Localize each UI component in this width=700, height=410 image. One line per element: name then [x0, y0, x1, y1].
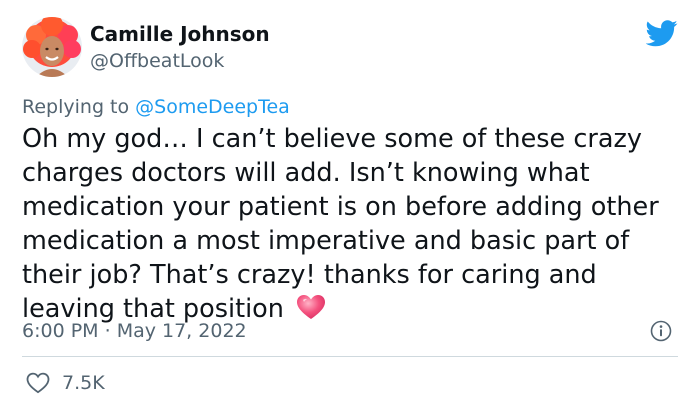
like-heart-icon[interactable]: [26, 372, 50, 394]
avatar[interactable]: [22, 17, 82, 77]
tweet-body: Oh my god… I can’t believe some of these…: [22, 124, 659, 324]
reply-mention-link[interactable]: @SomeDeepTea: [135, 96, 290, 118]
info-icon[interactable]: [650, 320, 672, 342]
tweet-time: 6:00 PM: [22, 320, 99, 342]
pink-heart-icon: [297, 295, 326, 319]
twitter-bird-icon[interactable]: [646, 20, 678, 47]
like-count[interactable]: 7.5K: [62, 370, 105, 396]
tweet-card: Camille Johnson @OffbeatLook Replying to…: [0, 0, 700, 410]
author-handle[interactable]: @OffbeatLook: [90, 49, 224, 73]
divider: [22, 356, 678, 357]
tweet-timestamp[interactable]: 6:00 PM · May 17, 2022: [22, 318, 247, 344]
tweet-text: Oh my god… I can’t believe some of these…: [22, 122, 682, 326]
replying-to-label: Replying to: [22, 96, 136, 118]
timestamp-separator: ·: [98, 320, 117, 342]
replying-to: Replying to @SomeDeepTea: [22, 94, 290, 120]
author-name[interactable]: Camille Johnson: [90, 22, 270, 46]
tweet-date: May 17, 2022: [116, 320, 247, 342]
avatar-image: [22, 17, 82, 77]
